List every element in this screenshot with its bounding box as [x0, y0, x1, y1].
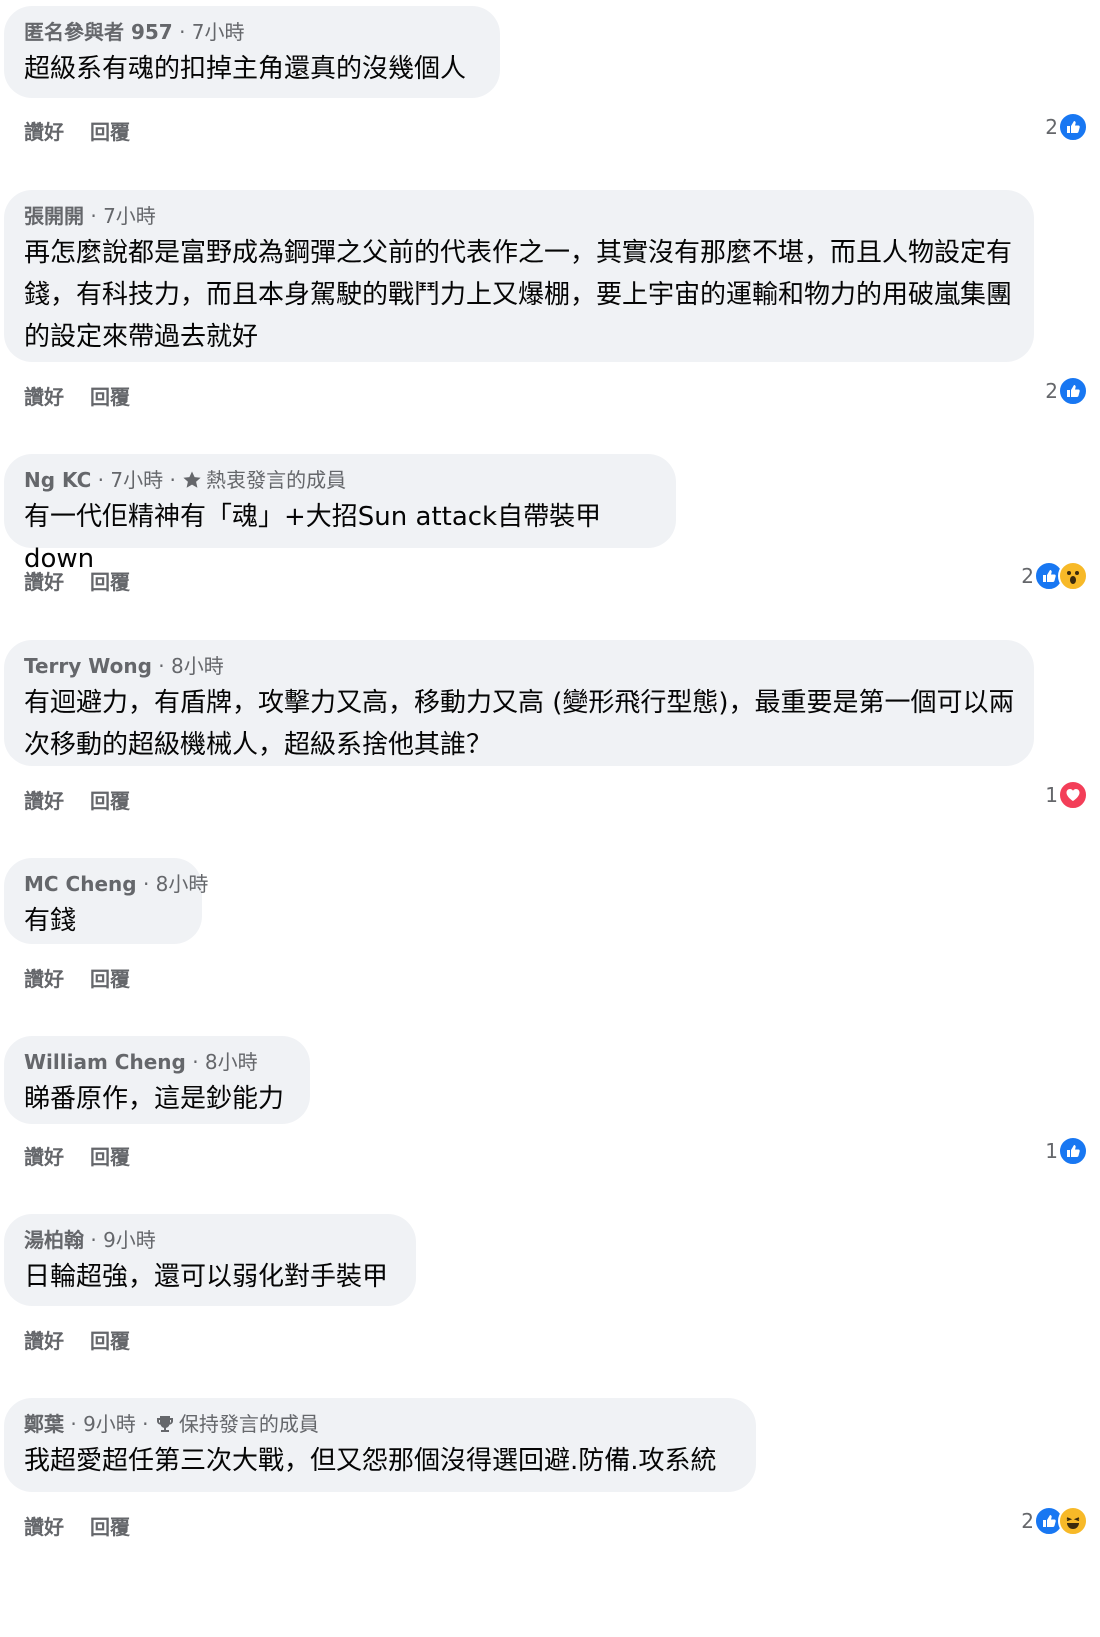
comment-text: 有迴避力，有盾牌，攻擊力又高，移動力又高 (變形飛行型態)，最重要是第一個可以兩… [24, 688, 1015, 760]
reaction-count: 2 [1045, 379, 1058, 403]
like-button[interactable]: 讚好 [24, 967, 64, 991]
comment-meta: 鄭葉 · 9小時 · 保持發言的成員 [24, 1410, 736, 1438]
reply-button[interactable]: 回覆 [90, 1515, 130, 1539]
author-name[interactable]: 鄭葉 [24, 1412, 64, 1436]
reply-button[interactable]: 回覆 [90, 385, 130, 409]
reaction-summary[interactable]: 1 [1045, 1136, 1088, 1166]
comment-actions: 讚好 回覆 [24, 1511, 156, 1540]
like-button[interactable]: 讚好 [24, 385, 64, 409]
reaction-count: 2 [1021, 564, 1034, 588]
author-name[interactable]: Terry Wong [24, 654, 152, 678]
timestamp[interactable]: · 7小時 [179, 20, 244, 44]
reaction-count: 1 [1045, 1139, 1058, 1163]
timestamp[interactable]: · 8小時 [192, 1050, 257, 1074]
comment-meta: William Cheng · 8小時 [24, 1048, 290, 1076]
reaction-summary[interactable]: 2 [1021, 561, 1088, 591]
timestamp[interactable]: · 7小時 · [98, 468, 176, 492]
wow-reaction-icon [1058, 561, 1088, 591]
comment-text: 超級系有魂的扣掉主角還真的沒幾個人 [24, 54, 467, 84]
trophy-icon [156, 1416, 173, 1432]
reaction-summary[interactable]: 2 [1021, 1506, 1088, 1536]
badge-label: 熱衷發言的成員 [206, 468, 347, 492]
author-name[interactable]: William Cheng [24, 1050, 186, 1074]
comment-actions: 讚好 回覆 [24, 566, 156, 595]
heart-reaction-icon [1058, 780, 1088, 810]
like-reaction-icon [1058, 112, 1088, 142]
comment-text: 我超愛超任第三次大戰，但又怨那個沒得選回避.防備.攻系統 [24, 1446, 717, 1476]
comment-meta: 張開開 · 7小時 [24, 202, 1014, 230]
author-name[interactable]: MC Cheng [24, 872, 137, 896]
like-button[interactable]: 讚好 [24, 120, 64, 144]
author-name[interactable]: 張開開 [24, 204, 84, 228]
comment-actions: 讚好 回覆 [24, 785, 156, 814]
author-name[interactable]: Ng KC [24, 468, 91, 492]
reply-button[interactable]: 回覆 [90, 967, 130, 991]
like-reaction-icon [1058, 376, 1088, 406]
comment-bubble: William Cheng · 8小時 睇番原作，這是鈔能力 [4, 1036, 310, 1124]
timestamp[interactable]: · 9小時 · [70, 1412, 148, 1436]
reply-button[interactable]: 回覆 [90, 1329, 130, 1353]
author-name[interactable]: 湯柏翰 [24, 1228, 84, 1252]
member-badge: 熱衷發言的成員 [182, 468, 346, 492]
comment-bubble: MC Cheng · 8小時 有錢 [4, 858, 208, 944]
comment-bubble: 張開開 · 7小時 再怎麼說都是富野成為鋼彈之父前的代表作之一，其實沒有那麼不堪… [4, 190, 1034, 362]
like-button[interactable]: 讚好 [24, 1329, 64, 1353]
comment-actions: 讚好 回覆 [24, 116, 156, 145]
comment-text: 再怎麼說都是富野成為鋼彈之父前的代表作之一，其實沒有那麼不堪，而且人物設定有錢，… [24, 238, 1013, 352]
reply-button[interactable]: 回覆 [90, 789, 130, 813]
author-name[interactable]: 匿名參與者 957 [24, 20, 173, 44]
star-icon [183, 471, 201, 488]
badge-label: 保持發言的成員 [178, 1412, 319, 1436]
reply-button[interactable]: 回覆 [90, 1145, 130, 1169]
like-reaction-icon [1058, 1136, 1088, 1166]
like-button[interactable]: 讚好 [24, 789, 64, 813]
comment-bubble: 鄭葉 · 9小時 · 保持發言的成員 我超愛超任第三次大戰，但又怨那個沒得選回避… [4, 1398, 756, 1492]
comment-meta: 匿名參與者 957 · 7小時 [24, 18, 480, 46]
reaction-summary[interactable]: 1 [1045, 780, 1088, 810]
like-button[interactable]: 讚好 [24, 1515, 64, 1539]
reaction-count: 1 [1045, 783, 1058, 807]
comment-meta: Terry Wong · 8小時 [24, 652, 1014, 680]
comment-text: 有錢 [24, 906, 77, 936]
comment-actions: 讚好 回覆 [24, 1325, 156, 1354]
reply-button[interactable]: 回覆 [90, 570, 130, 594]
reaction-summary[interactable]: 2 [1045, 112, 1088, 142]
timestamp[interactable]: · 9小時 [90, 1228, 155, 1252]
like-button[interactable]: 讚好 [24, 570, 64, 594]
reply-button[interactable]: 回覆 [90, 120, 130, 144]
comment-bubble: 匿名參與者 957 · 7小時 超級系有魂的扣掉主角還真的沒幾個人 [4, 6, 500, 98]
comment-actions: 讚好 回覆 [24, 963, 156, 992]
comment-bubble: 湯柏翰 · 9小時 日輪超強，還可以弱化對手裝甲 [4, 1214, 416, 1306]
comment-meta: Ng KC · 7小時 · 熱衷發言的成員 [24, 466, 656, 494]
like-button[interactable]: 讚好 [24, 1145, 64, 1169]
timestamp[interactable]: · 8小時 [158, 654, 223, 678]
comment-text: 睇番原作，這是鈔能力 [24, 1084, 285, 1114]
timestamp[interactable]: · 7小時 [90, 204, 155, 228]
comment-bubble: Terry Wong · 8小時 有迴避力，有盾牌，攻擊力又高，移動力又高 (變… [4, 640, 1034, 766]
comment-meta: MC Cheng · 8小時 [24, 870, 208, 898]
reaction-count: 2 [1021, 1509, 1034, 1533]
comment-actions: 讚好 回覆 [24, 1141, 156, 1170]
haha-reaction-icon [1058, 1506, 1088, 1536]
reaction-summary[interactable]: 2 [1045, 376, 1088, 406]
member-badge: 保持發言的成員 [155, 1412, 319, 1436]
comment-text: 日輪超強，還可以弱化對手裝甲 [24, 1262, 389, 1292]
comment-actions: 讚好 回覆 [24, 381, 156, 410]
timestamp[interactable]: · 8小時 [143, 872, 208, 896]
comment-meta: 湯柏翰 · 9小時 [24, 1226, 396, 1254]
comment-bubble: Ng KC · 7小時 · 熱衷發言的成員 有一代佢精神有「魂」+大招Sun a… [4, 454, 676, 574]
reaction-count: 2 [1045, 115, 1058, 139]
